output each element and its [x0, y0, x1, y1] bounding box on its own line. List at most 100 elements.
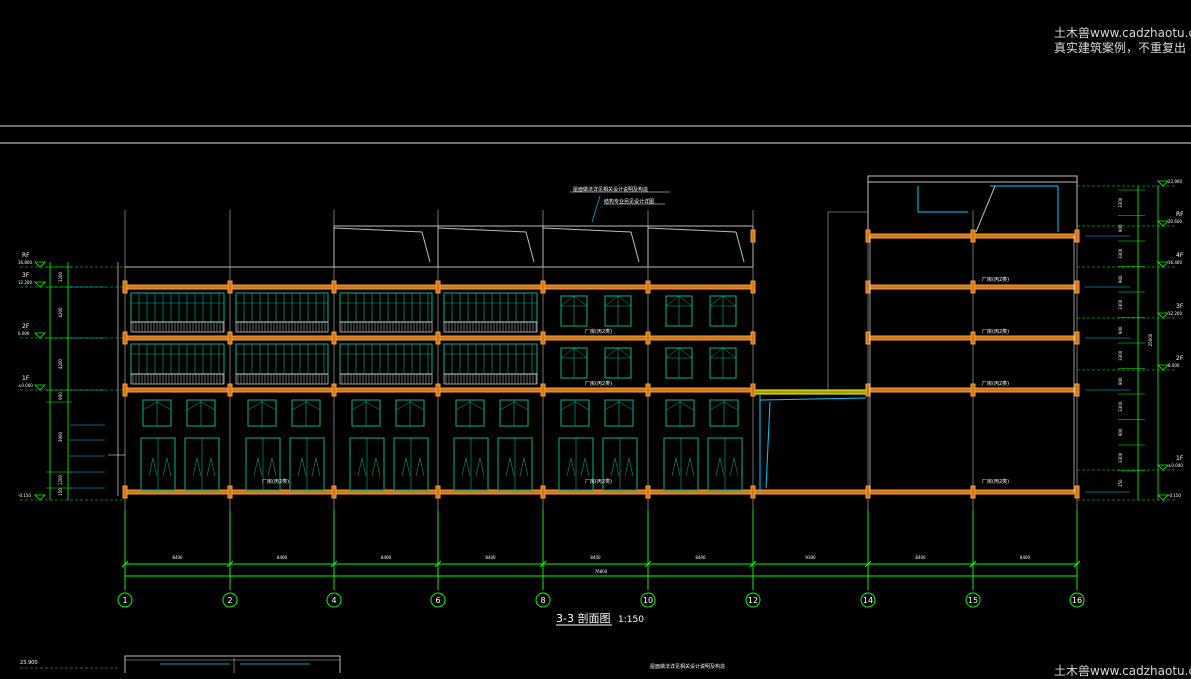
connector-ramp-2 — [765, 401, 771, 489]
window-open — [573, 347, 588, 359]
level-elevation: ±0.000 — [18, 383, 33, 388]
level-label: 4F — [1176, 252, 1184, 259]
window-open — [665, 401, 681, 411]
window-open — [722, 347, 737, 359]
note-leader — [591, 195, 601, 223]
drawing-title: 3-3 剖面图 — [556, 611, 610, 625]
window-open — [617, 347, 632, 359]
right-overall-dim: 25000 — [1148, 333, 1153, 346]
column-stub — [970, 485, 976, 499]
level-elevation: -0.150 — [18, 493, 31, 498]
bay-dimension: 8400 — [485, 555, 496, 560]
column-stub — [865, 229, 871, 243]
window-open — [200, 401, 216, 411]
column-stub — [540, 280, 546, 294]
column-stub — [331, 485, 337, 499]
left-dimension: 1200 — [58, 474, 63, 485]
level-elevation: 16.800 — [18, 260, 32, 265]
window-open — [461, 457, 467, 477]
window-band — [130, 343, 225, 375]
total-dimension: 76800 — [595, 569, 608, 574]
window-open — [723, 401, 739, 411]
column-stub — [645, 485, 651, 499]
window-open — [709, 347, 724, 359]
window-open — [271, 457, 277, 477]
window-band — [443, 292, 538, 323]
right-dimension: 900 — [1118, 428, 1123, 436]
window-open — [665, 295, 680, 307]
right-dimension: 900 — [1118, 224, 1123, 232]
window-open — [509, 457, 515, 477]
level-marker — [34, 281, 46, 288]
window-open — [419, 457, 425, 477]
roof-truss — [630, 231, 640, 263]
column-stub — [750, 383, 756, 397]
column-stub — [540, 485, 546, 499]
column-stub — [865, 331, 871, 345]
window-open — [604, 401, 620, 411]
tower-truss — [975, 185, 996, 233]
column-stub — [970, 383, 976, 397]
window-open — [311, 457, 317, 477]
column-stub — [750, 485, 756, 499]
window-open — [678, 347, 693, 359]
right-dimension: 3300 — [1118, 299, 1123, 310]
right-dimension: 3300 — [1118, 248, 1123, 259]
room-label-left: 厂房(丙2类) — [585, 328, 612, 335]
window-open — [573, 295, 588, 307]
window-open — [257, 457, 263, 477]
level-label: 3F — [1176, 303, 1184, 310]
window-open — [253, 457, 259, 477]
column-stub — [1074, 280, 1080, 294]
bay-dimension: 8400 — [590, 555, 601, 560]
roof-truss — [647, 227, 737, 233]
column-stub — [645, 280, 651, 294]
window-open — [186, 401, 202, 411]
column-stub — [1074, 485, 1080, 499]
axis-label: 10 — [643, 596, 653, 605]
column-stub — [645, 383, 651, 397]
window-open — [678, 295, 693, 307]
window-open — [261, 401, 277, 411]
column-stub — [865, 485, 871, 499]
column-stub — [865, 280, 871, 294]
level-label: 2F — [22, 323, 30, 330]
static-linework — [20, 175, 1175, 673]
axis-label: 2 — [227, 596, 232, 605]
axis-label: 15 — [968, 596, 978, 605]
window-open — [192, 457, 198, 477]
column-stub — [227, 280, 233, 294]
left-dimension: 3900 — [58, 431, 63, 442]
level-marker — [1157, 261, 1169, 268]
level-elevation: 12.200 — [18, 280, 32, 285]
roof-truss — [421, 231, 431, 263]
window-open — [409, 401, 425, 411]
column-stub — [435, 331, 441, 345]
roof-note-2: 结构专业另见设计详图 — [604, 198, 654, 205]
column-stub — [1074, 383, 1080, 397]
window-open — [733, 457, 739, 477]
bay-dimension: 8400 — [1020, 555, 1031, 560]
bay-dimension: 8400 — [915, 555, 926, 560]
right-dimension: 3300 — [1118, 197, 1123, 208]
window-open — [156, 401, 172, 411]
bay-dimension: 8400 — [172, 555, 183, 560]
column-stub — [540, 383, 546, 397]
window-open — [475, 457, 481, 477]
roof-truss — [542, 227, 632, 233]
window-open — [162, 457, 168, 477]
level-marker — [34, 261, 46, 268]
window-open — [729, 457, 735, 477]
level-label: 3F — [22, 272, 30, 279]
window-open — [628, 457, 634, 477]
drawing-scale: 1:150 — [618, 615, 644, 625]
window-open — [455, 401, 471, 411]
window-open — [617, 295, 632, 307]
window-open — [206, 457, 212, 477]
column-stub — [435, 383, 441, 397]
window-open — [401, 457, 407, 477]
level-elevation: 8.000 — [1168, 363, 1180, 368]
bottom-elevation: 23.900 — [20, 660, 38, 666]
window-open — [361, 457, 367, 477]
window-open — [719, 457, 725, 477]
